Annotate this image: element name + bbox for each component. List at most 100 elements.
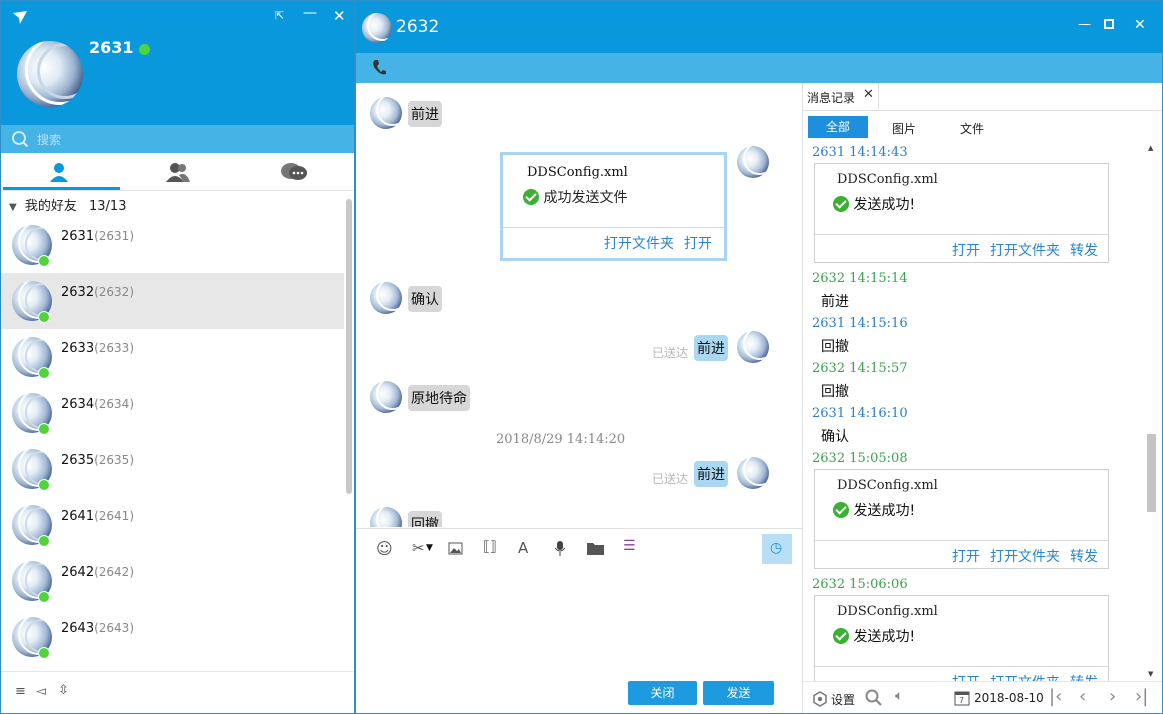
profile-avatar[interactable] — [17, 41, 83, 107]
chat-title: 2632 — [396, 17, 440, 37]
forward-link[interactable]: 转发 — [1070, 546, 1098, 566]
open-link[interactable]: 打开 — [952, 546, 980, 566]
screenshot-icon[interactable]: ✂ — [412, 539, 425, 557]
filter-files[interactable]: 文件 — [960, 120, 984, 137]
online-status-dot — [38, 311, 50, 323]
history-scrollbar[interactable]: ▲ ▼ — [1145, 138, 1159, 683]
close-chat-button[interactable]: 关闭 — [628, 681, 697, 705]
settings-icon[interactable] — [812, 691, 828, 707]
contact-item[interactable]: 2643(2643) — [1, 609, 344, 665]
message-history-button[interactable]: ◷ — [762, 534, 792, 564]
online-status-dot — [38, 591, 50, 603]
first-page-icon[interactable]: |‹ — [1049, 686, 1062, 707]
filter-all[interactable]: 全部 — [808, 116, 868, 138]
last-page-icon[interactable]: ›| — [1135, 686, 1148, 707]
file-status: 发送成功! — [853, 503, 916, 519]
contact-item[interactable]: 2634(2634) — [1, 385, 344, 441]
history-list-icon[interactable]: ☰ — [623, 538, 636, 554]
maximize-button[interactable] — [1104, 19, 1114, 29]
svg-text:7: 7 — [959, 696, 964, 705]
open-link[interactable]: 打开 — [952, 240, 980, 260]
message-bubble[interactable]: 原地待命 — [408, 385, 470, 411]
file-status: 发送成功! — [853, 629, 916, 645]
partner-avatar — [370, 282, 402, 314]
history-text: 回撤 — [821, 339, 849, 355]
history-text: 前进 — [821, 294, 849, 310]
minimize-button[interactable]: — — [1078, 17, 1091, 32]
history-timestamp: 2632 14:15:57 — [812, 361, 908, 376]
open-link[interactable]: 打开 — [952, 672, 980, 681]
file-name: DDSConfig.xml — [837, 172, 938, 187]
screenshot-dropdown-icon[interactable]: ▼ — [426, 543, 433, 553]
open-folder-link[interactable]: 打开文件夹 — [990, 672, 1060, 681]
my-avatar — [737, 146, 769, 178]
calendar-icon[interactable]: 7 — [954, 690, 970, 706]
contact-list-scrollbar[interactable] — [346, 199, 352, 494]
settings-label[interactable]: 设置 — [831, 691, 855, 708]
clock-icon: ◷ — [770, 540, 783, 556]
open-folder-link[interactable]: 打开文件夹 — [990, 546, 1060, 566]
forward-link[interactable]: 转发 — [1070, 672, 1098, 681]
friend-group-header[interactable]: ▼ 我的好友 13/13 — [9, 195, 126, 214]
shake-icon[interactable]: ⟦⟧ — [483, 539, 497, 555]
history-timestamp: 2632 15:06:06 — [812, 577, 908, 592]
contact-item[interactable]: 2641(2641) — [1, 497, 344, 553]
contact-name: 2634 — [61, 397, 95, 412]
search-placeholder: 搜索 — [37, 133, 62, 147]
phone-icon[interactable] — [372, 59, 386, 77]
image-icon[interactable] — [448, 542, 463, 555]
file-card[interactable]: DDSConfig.xml 成功发送文件 打开文件夹 打开 — [500, 152, 727, 261]
search-icon[interactable] — [865, 689, 883, 707]
minimize-button[interactable]: — — [303, 5, 317, 21]
tab-contacts-icon[interactable] — [49, 162, 69, 182]
folder-icon[interactable] — [587, 541, 604, 555]
tab-groups-icon[interactable] — [166, 162, 190, 182]
forward-link[interactable]: 转发 — [1070, 240, 1098, 260]
contact-item[interactable]: 2633(2633) — [1, 329, 344, 385]
online-status-dot — [38, 479, 50, 491]
group-count: 13/13 — [89, 199, 127, 214]
my-message-bubble[interactable]: 前进 — [694, 335, 728, 361]
contact-item-selected[interactable]: 2632(2632) — [1, 273, 344, 329]
active-tab-underline — [3, 187, 120, 190]
filter-images[interactable]: 图片 — [892, 120, 916, 137]
menu-icon[interactable]: ≡ — [15, 684, 26, 699]
history-date[interactable]: 2018-08-10 — [974, 691, 1044, 705]
contact-id: (2635) — [94, 453, 134, 467]
contact-item[interactable]: 2635(2635) — [1, 441, 344, 497]
chat-partner-avatar[interactable] — [362, 13, 392, 43]
font-icon[interactable]: A — [518, 539, 528, 557]
microphone-icon[interactable] — [555, 541, 565, 556]
next-page-icon[interactable]: › — [1109, 686, 1116, 707]
time-separator: 2018/8/29 14:14:20 — [496, 432, 626, 447]
close-tab-icon[interactable]: ✕ — [863, 87, 874, 102]
contact-item[interactable]: 2631(2631) — [1, 217, 344, 273]
send-button[interactable]: 发送 — [703, 681, 774, 705]
close-button[interactable]: ✕ — [1134, 17, 1146, 33]
message-bubble[interactable]: 前进 — [408, 101, 442, 127]
message-bubble[interactable]: 确认 — [408, 286, 442, 312]
tab-messages-icon[interactable] — [281, 162, 307, 182]
online-status-dot — [38, 367, 50, 379]
pin-icon[interactable]: ⇱ — [275, 9, 284, 22]
speaker-icon[interactable]: 🔈︎ — [895, 688, 903, 704]
volume-icon[interactable]: ◅ — [36, 684, 46, 699]
my-avatar — [737, 331, 769, 363]
contact-name: 2632 — [61, 285, 95, 300]
file-transfer-icon[interactable]: ⇳ — [58, 683, 69, 698]
open-folder-link[interactable]: 打开文件夹 — [604, 233, 674, 253]
history-file-card: DDSConfig.xml 发送成功! 打开 打开文件夹 转发 — [814, 469, 1109, 569]
prev-page-icon[interactable]: ‹ — [1079, 686, 1086, 707]
emoji-icon[interactable]: ☺ — [376, 539, 393, 558]
open-folder-link[interactable]: 打开文件夹 — [990, 240, 1060, 260]
chat-window: 2632 — ✕ 前进 DDSConfig.xml 成功发送文件 打开文件夹 打… — [355, 0, 1163, 714]
search-input[interactable]: 搜索 — [1, 125, 354, 153]
message-bubble[interactable]: 回撤 — [408, 511, 442, 527]
message-input[interactable] — [356, 569, 802, 679]
my-message-bubble[interactable]: 前进 — [694, 461, 728, 487]
tab-history[interactable]: 消息记录 ✕ — [803, 83, 879, 110]
history-panel: 消息记录 ✕ 全部 图片 文件 2631 14:14:43 DDSConfig.… — [802, 83, 1162, 713]
close-button[interactable]: ✕ — [333, 7, 346, 25]
open-file-link[interactable]: 打开 — [684, 233, 712, 253]
contact-item[interactable]: 2642(2642) — [1, 553, 344, 609]
